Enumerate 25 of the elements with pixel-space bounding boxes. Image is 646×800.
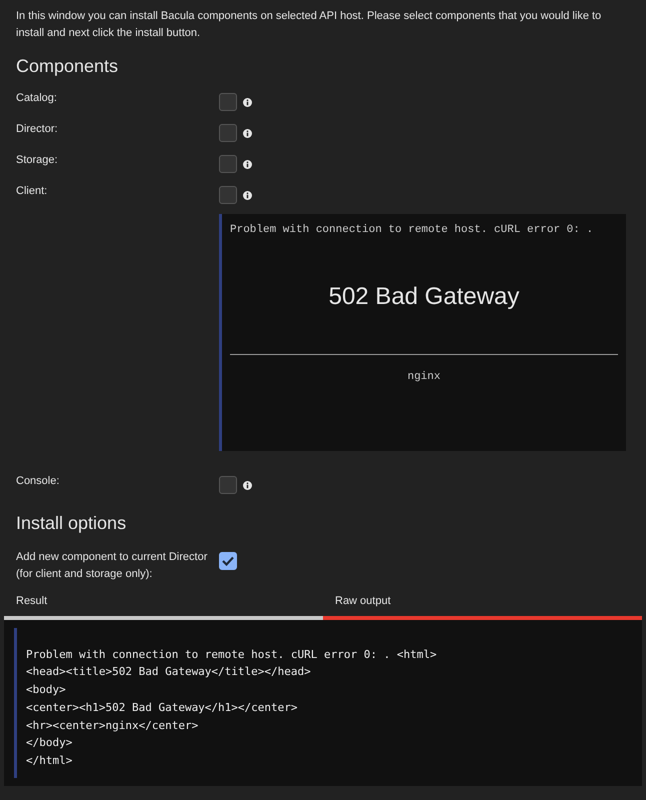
section-heading: Install options [16,512,128,535]
raw-output: Problem with connection to remote host. cURL error 0: . <html> <head><title>502 Bad Gateway</title></head> <body> <center><h1>502 Bad Gateway</h1></center> <hr><center>nginx</center> </body> </html> [26,646,438,770]
checkbox[interactable] [219,93,237,111]
checkbox[interactable] [219,552,237,570]
error-heading: 502 Bad Gateway [328,282,520,312]
info-icon[interactable] [243,128,252,138]
checkbox[interactable] [219,124,237,142]
checkmark-icon [222,556,234,566]
info-icon[interactable] [243,160,252,168]
intro-text: In this window you can install Bacula components on selected API host. Please select components that you would like to install and next click the install button. [16,9,602,41]
component-label: Catalog: [16,91,58,106]
component-label: Console: [16,474,60,489]
section-heading: Components [16,55,120,78]
info-icon[interactable] [243,190,252,200]
server-name: nginx [406,370,442,384]
info-icon[interactable] [243,480,252,490]
component-label: Storage: [16,153,59,168]
error-message: Problem with connection to remote host. cURL error 0: . [230,223,594,238]
checkbox[interactable] [219,476,237,494]
checkbox[interactable] [219,155,237,173]
checkbox[interactable] [219,186,237,204]
info-icon[interactable] [243,98,252,106]
component-label: Director: [16,122,59,137]
option-label: Add new component to current Director (for client and storage only): [16,550,208,582]
component-label: Client: [16,184,48,199]
